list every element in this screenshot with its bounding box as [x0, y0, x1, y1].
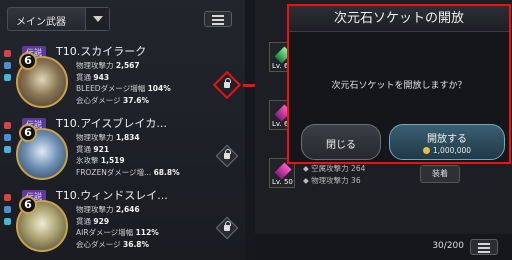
- status-icons: [4, 194, 14, 230]
- stat-line: ◆ 物理攻撃力 36: [303, 176, 361, 185]
- weapon-category-dropdown[interactable]: メイン武器: [7, 7, 110, 31]
- stat-value: 36.8%: [123, 239, 150, 249]
- item-level: 6: [19, 124, 37, 142]
- stat-value: 1,519: [100, 156, 125, 165]
- status-icons: [4, 122, 14, 158]
- cost-value: 1,000,000: [432, 146, 472, 155]
- stat-label: BLEEDダメージ増幅: [76, 84, 146, 93]
- stat-label: 物理攻撃力: [76, 61, 114, 70]
- inventory-count: 30/200: [432, 241, 464, 251]
- open-button-label: 開放する: [427, 134, 467, 145]
- socket-lock-button[interactable]: [215, 144, 239, 168]
- stat-value: 68.8%: [153, 167, 180, 177]
- stat-value: 929: [93, 216, 110, 226]
- sort-menu-button[interactable]: [470, 239, 498, 255]
- socket-lock-highlighted[interactable]: [212, 70, 242, 100]
- stat-value: 943: [93, 72, 110, 82]
- footer-bar: 30/200: [255, 234, 512, 260]
- list-item[interactable]: 伝説 T10.スカイラーク 6 物理攻撃力 2,567 貫通 943 BLEED…: [0, 40, 245, 112]
- gem-icon: [274, 162, 292, 180]
- lock-icon: [224, 221, 231, 231]
- item-name: T10.アイスブレイカ...: [56, 117, 167, 130]
- stat-label: FROZENダメージ増...: [76, 167, 152, 177]
- stat-value: 1,834: [115, 133, 140, 142]
- close-button-label: 閉じる: [326, 140, 356, 151]
- stat-value: 2,567: [115, 61, 140, 70]
- stat-value: 104%: [147, 84, 171, 93]
- status-icon: [4, 62, 11, 69]
- status-icon: [4, 146, 11, 153]
- item-stats: 物理攻撃力 2,567 貫通 943 BLEEDダメージ増幅 104% 会心ダメ…: [76, 60, 171, 106]
- stat-value: 921: [93, 144, 110, 154]
- stat-label: 物理攻撃力: [76, 133, 114, 142]
- stat-label: 会心ダメージ: [76, 239, 121, 249]
- status-icons: [4, 50, 14, 86]
- dropdown-label: メイン武器: [16, 17, 66, 28]
- chevron-down-icon: [85, 8, 109, 30]
- stat-label: AIRダメージ増幅: [76, 228, 134, 237]
- coin-icon: [422, 147, 430, 154]
- status-icon: [4, 194, 11, 201]
- cost-display: 1,000,000: [390, 146, 504, 155]
- list-item[interactable]: 伝説 T10.アイスブレイカ... 6 物理攻撃力 1,834 貫通 921 氷…: [0, 112, 245, 184]
- status-icon: [4, 218, 11, 225]
- status-icon: [4, 74, 11, 81]
- stat-label: 氷攻撃: [76, 156, 99, 165]
- stat-label: 会心ダメージ: [76, 95, 121, 105]
- stat-label: 貫通: [76, 144, 91, 154]
- item-name: T10.ウィンドスレイ...: [56, 189, 168, 202]
- status-icon: [4, 122, 11, 129]
- status-icon: [4, 206, 11, 213]
- item-list-panel: メイン武器 伝説 T10.スカイラーク 6 物理攻撃力 2,567 貫通 943…: [0, 0, 245, 260]
- stat-label: 物理攻撃力: [76, 205, 114, 214]
- stat-label: 貫通: [76, 72, 91, 82]
- stat-value: 112%: [135, 228, 159, 237]
- open-socket-button[interactable]: 開放する 1,000,000: [389, 124, 505, 160]
- item-level: 6: [19, 52, 37, 70]
- lock-icon: [224, 78, 231, 88]
- status-icon: [4, 50, 11, 57]
- socket-lock-button[interactable]: [215, 216, 239, 240]
- list-item[interactable]: 伝説 T10.ウィンドスレイ... 6 物理攻撃力 2,646 貫通 929 A…: [0, 184, 245, 256]
- stat-value: 37.6%: [123, 95, 150, 105]
- status-icon: [4, 134, 11, 141]
- item-stats: 物理攻撃力 1,834 貫通 921 氷攻撃 1,519 FROZENダメージ増…: [76, 132, 180, 178]
- dialog-message: 次元石ソケットを開放しますか？: [331, 81, 467, 91]
- item-stats: 物理攻撃力 2,646 貫通 929 AIRダメージ増幅 112% 会心ダメージ…: [76, 204, 159, 250]
- stat-line: ◆ 空属攻撃力 264: [303, 164, 366, 173]
- item-level: 6: [19, 196, 37, 214]
- list-menu-button[interactable]: [204, 11, 232, 27]
- lock-icon: [224, 149, 231, 159]
- socket-open-dialog: 次元石ソケットの開放 次元石ソケットを開放しますか？ 閉じる 開放する 1,00…: [287, 4, 511, 164]
- equip-button[interactable]: 装着: [420, 165, 460, 183]
- item-name: T10.スカイラーク: [56, 45, 147, 58]
- close-button[interactable]: 閉じる: [301, 124, 381, 160]
- slot-level: Lv. 50: [272, 178, 293, 186]
- stat-label: 貫通: [76, 216, 91, 226]
- dialog-title: 次元石ソケットの開放: [289, 6, 509, 32]
- stat-value: 2,646: [115, 205, 140, 214]
